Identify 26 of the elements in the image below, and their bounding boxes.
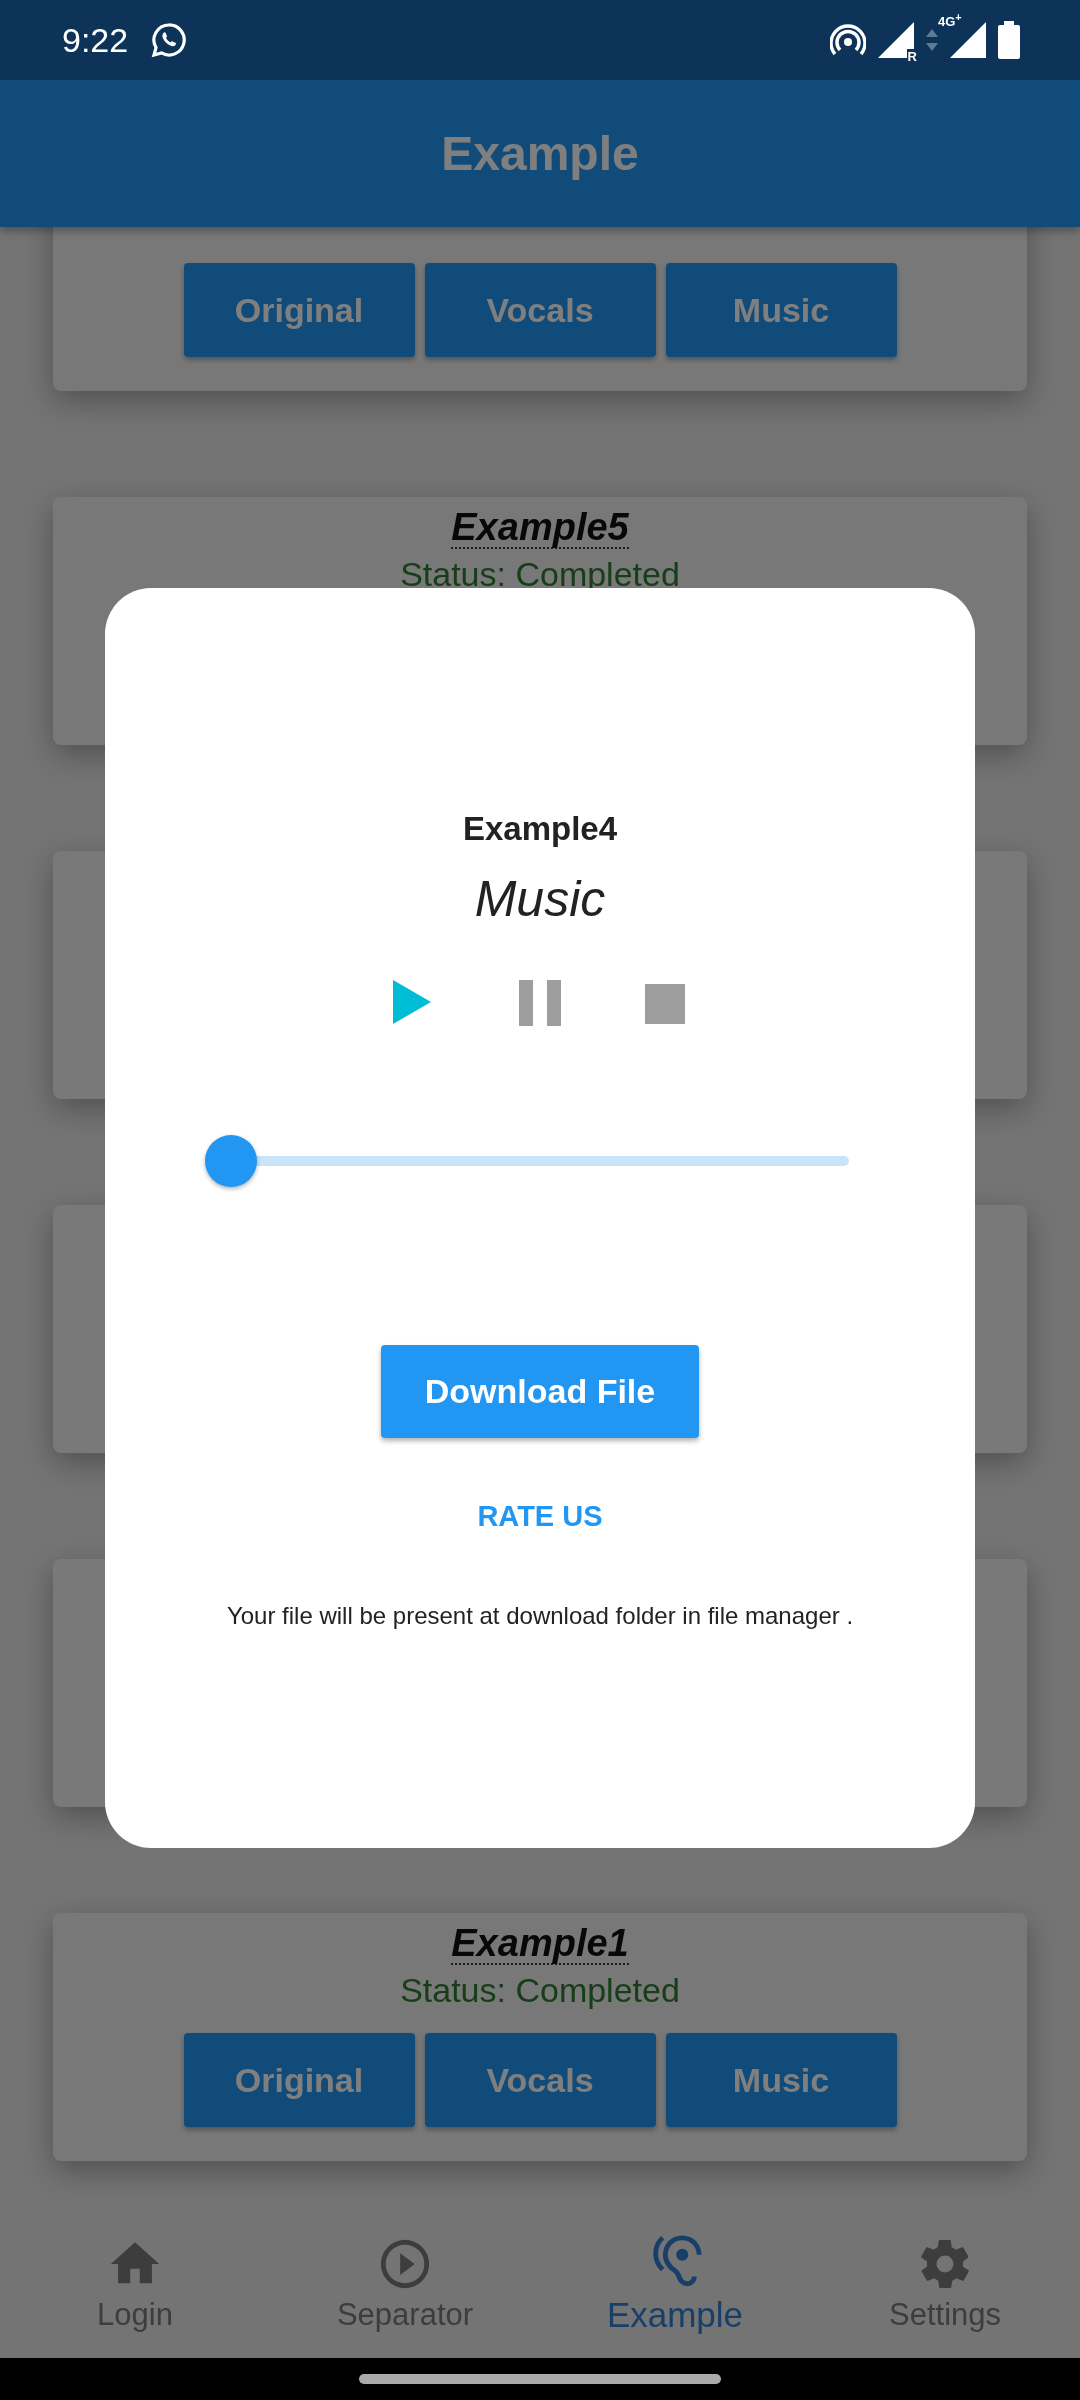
rate-us-link[interactable]: RATE US bbox=[477, 1500, 603, 1533]
network-label: 4G$^{+}$ bbox=[938, 12, 962, 29]
card-title[interactable]: Example5 bbox=[451, 507, 629, 549]
home-handle[interactable] bbox=[359, 2374, 721, 2384]
nav-tab[interactable]: Example bbox=[540, 2209, 810, 2358]
track-button[interactable]: Music bbox=[665, 2033, 897, 2127]
slider-thumb[interactable] bbox=[205, 1135, 257, 1187]
clock: 9:22 bbox=[62, 20, 129, 60]
track-button[interactable]: Original bbox=[183, 263, 415, 357]
status-text: Status: Completed bbox=[400, 1970, 680, 2011]
download-button[interactable]: Download File bbox=[381, 1345, 699, 1438]
track-button[interactable]: Original bbox=[183, 2033, 415, 2127]
data-arrows-icon bbox=[926, 29, 938, 51]
track-button[interactable]: Vocals bbox=[424, 2033, 656, 2127]
track-button[interactable]: Music bbox=[665, 263, 897, 357]
track-name: Music bbox=[474, 870, 606, 928]
card-title[interactable]: Example1 bbox=[451, 1923, 629, 1965]
app-title: Example bbox=[441, 126, 639, 181]
pause-icon[interactable] bbox=[517, 978, 563, 1028]
hotspot-icon bbox=[830, 24, 866, 56]
status-text: Status: Completed bbox=[400, 554, 680, 595]
dialog-title: Example4 bbox=[462, 810, 618, 848]
track-button[interactable]: Vocals bbox=[424, 263, 656, 357]
battery-icon bbox=[998, 21, 1020, 59]
info-text: Your file will be present at download folder in file manager . bbox=[226, 1602, 854, 1630]
chat-bubble-icon bbox=[150, 21, 189, 59]
